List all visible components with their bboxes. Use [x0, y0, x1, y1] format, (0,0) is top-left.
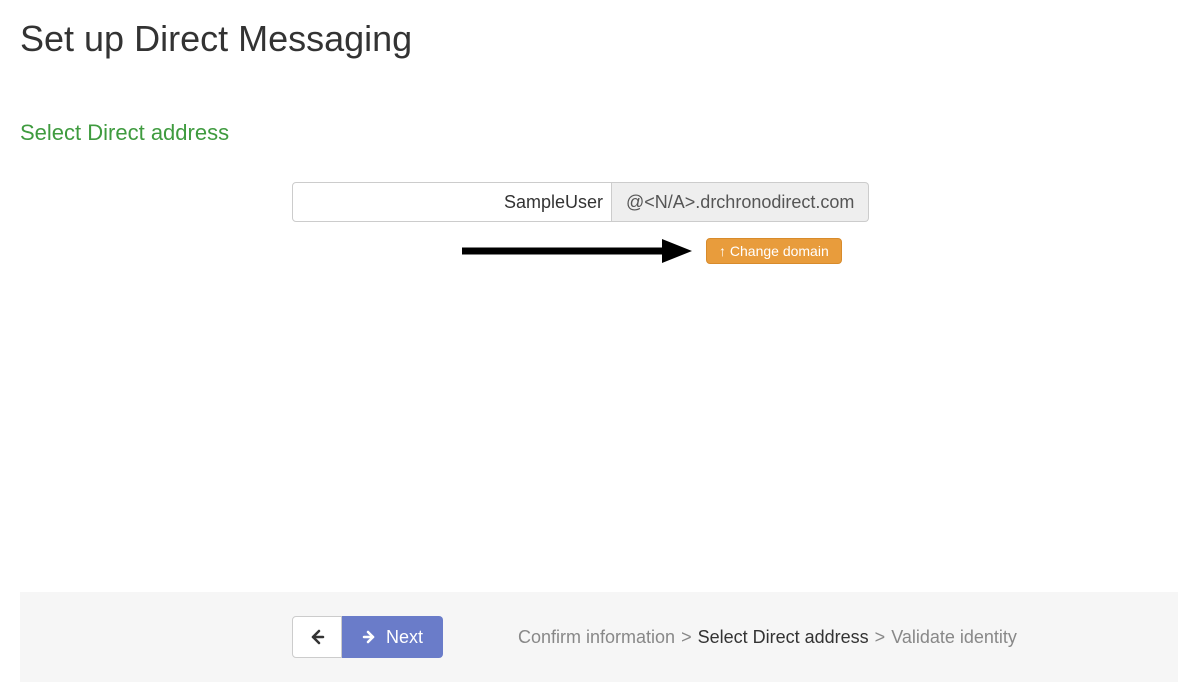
- next-button-label: Next: [386, 627, 423, 648]
- arrow-left-icon: [308, 628, 326, 646]
- arrow-right-icon: [362, 629, 378, 645]
- direct-address-input[interactable]: [292, 182, 612, 222]
- section-title: Select Direct address: [0, 60, 1198, 146]
- nav-buttons: Next: [292, 616, 443, 658]
- domain-suffix-label: @<N/A>.drchronodirect.com: [612, 182, 869, 222]
- breadcrumb-sep: >: [875, 627, 886, 648]
- breadcrumb-sep: >: [681, 627, 692, 648]
- breadcrumb-step-select: Select Direct address: [698, 627, 869, 648]
- next-button[interactable]: Next: [342, 616, 443, 658]
- page-title: Set up Direct Messaging: [0, 0, 1198, 60]
- direct-address-row: @<N/A>.drchronodirect.com: [292, 182, 1198, 222]
- breadcrumb: Confirm information > Select Direct addr…: [518, 627, 1017, 648]
- footer-bar: Next Confirm information > Select Direct…: [20, 592, 1178, 682]
- change-domain-button[interactable]: ↑ Change domain: [706, 238, 842, 264]
- pointer-arrow-icon: [462, 236, 692, 266]
- back-button[interactable]: [292, 616, 342, 658]
- change-domain-row: ↑ Change domain: [292, 236, 1198, 272]
- breadcrumb-step-validate: Validate identity: [891, 627, 1017, 648]
- breadcrumb-step-confirm: Confirm information: [518, 627, 675, 648]
